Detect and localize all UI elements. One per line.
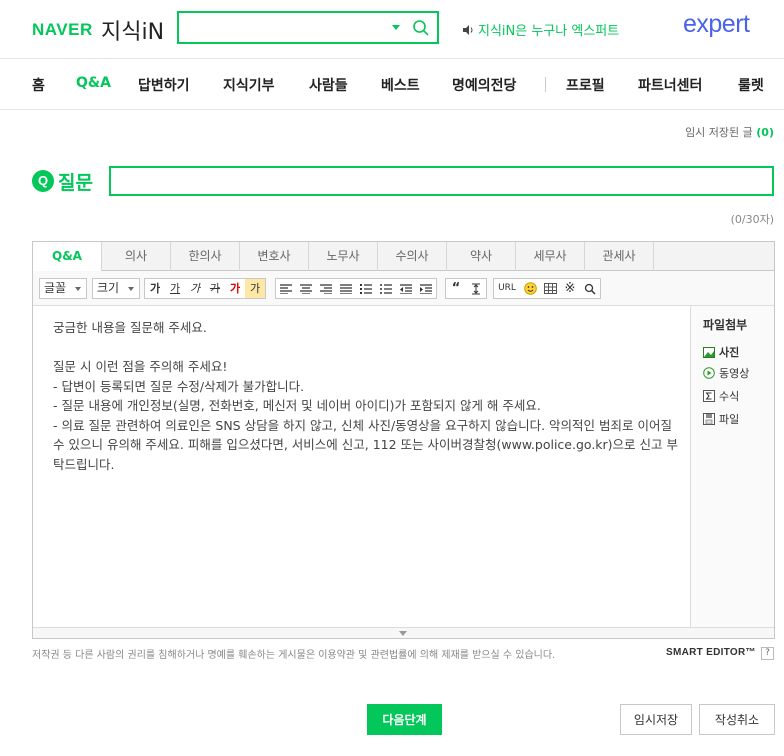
- nav-item-hall-of-fame[interactable]: 명예의전당: [452, 75, 516, 95]
- attach-video-button[interactable]: 동영상: [703, 365, 749, 381]
- kin-logo[interactable]: 지식iN: [101, 14, 164, 46]
- promo-text: 지식iN은 누구나 엑스퍼트: [478, 24, 620, 39]
- next-step-button[interactable]: 다음단계: [367, 704, 442, 735]
- align-left-icon[interactable]: [276, 279, 296, 298]
- speaker-icon: [463, 24, 473, 35]
- expert-logo[interactable]: expert: [683, 10, 750, 39]
- url-button[interactable]: URL: [494, 279, 520, 298]
- editor-placeholder-text: 궁금한 내용을 질문해 주세요. 질문 시 이런 점을 주의해 주세요! - 답…: [53, 320, 678, 472]
- smart-editor-label: SMART EDITOR™: [666, 647, 756, 658]
- table-icon[interactable]: [540, 279, 560, 298]
- question-badge-icon: Q: [32, 170, 54, 192]
- paragraph-group: [275, 278, 437, 299]
- draft-status[interactable]: 임시 저장된 글 (0): [685, 124, 774, 140]
- tab-customs-broker[interactable]: 관세사: [585, 242, 654, 271]
- attach-formula-button[interactable]: 수식: [703, 388, 739, 404]
- text-style-group: 가 가 가 가 가 가: [144, 278, 266, 299]
- main-nav: 홈 Q&A 답변하기 지식기부 사람들 베스트 명예의전당 프로필 파트너센터 …: [0, 58, 784, 110]
- formula-icon: [703, 390, 715, 402]
- attach-photo-button[interactable]: 사진: [703, 344, 739, 360]
- draft-count: (0): [756, 126, 774, 139]
- insert-group: URL ※: [493, 278, 601, 299]
- header: NAVER 지식iN 지식iN은 누구나 엑스퍼트 expert: [0, 0, 784, 58]
- smart-editor: Q&A 의사 한의사 변호사 노무사 수의사 약사 세무사 관세사 글꼴 크기 …: [32, 241, 775, 639]
- attach-formula-label: 수식: [719, 390, 740, 403]
- draft-label: 임시 저장된 글: [685, 126, 753, 139]
- nav-item-roulette[interactable]: 룰렛: [738, 75, 764, 95]
- attach-file-button[interactable]: 파일: [703, 411, 739, 427]
- help-icon[interactable]: ?: [761, 647, 774, 660]
- line-height-icon[interactable]: [466, 279, 486, 298]
- photo-icon: [703, 346, 715, 358]
- attach-file-label: 파일: [719, 413, 740, 426]
- quote-group: “: [445, 278, 487, 299]
- strikethrough-button[interactable]: 가: [205, 279, 225, 298]
- bullet-list-icon[interactable]: [376, 279, 396, 298]
- tab-pharmacist[interactable]: 약사: [447, 242, 516, 271]
- temp-save-button[interactable]: 임시저장: [620, 704, 692, 735]
- attach-photo-label: 사진: [719, 346, 740, 359]
- attach-video-label: 동영상: [719, 367, 750, 380]
- find-replace-icon[interactable]: [580, 279, 600, 298]
- align-center-icon[interactable]: [296, 279, 316, 298]
- video-icon: [703, 367, 715, 379]
- font-family-label: 글꼴: [44, 281, 67, 295]
- copyright-notice: 저작권 등 다른 사람의 권리를 침해하거나 명예를 훼손하는 게시물은 이용약…: [32, 650, 556, 661]
- search-dropdown-icon[interactable]: [392, 25, 400, 30]
- question-label: 질문: [58, 172, 93, 194]
- nav-item-partner-center[interactable]: 파트너센터: [638, 75, 702, 95]
- attachment-title: 파일첨부: [703, 318, 748, 332]
- title-char-count: (0/30자): [730, 213, 774, 226]
- quote-icon[interactable]: “: [446, 279, 466, 298]
- chevron-down-icon: [128, 287, 134, 291]
- nav-item-people[interactable]: 사람들: [309, 75, 348, 95]
- tab-labor-attorney[interactable]: 노무사: [309, 242, 378, 271]
- file-icon: [703, 413, 715, 425]
- search-box: [177, 11, 439, 44]
- editor-resize-handle[interactable]: [33, 627, 774, 638]
- chevron-down-icon: [75, 287, 81, 291]
- nav-divider: [545, 77, 546, 92]
- bold-button[interactable]: 가: [145, 279, 165, 298]
- search-icon[interactable]: [412, 19, 430, 37]
- underline-button[interactable]: 가: [165, 279, 185, 298]
- tab-qna[interactable]: Q&A: [33, 242, 102, 272]
- expert-tabs: Q&A 의사 한의사 변호사 노무사 수의사 약사 세무사 관세사: [33, 242, 774, 272]
- align-justify-icon[interactable]: [336, 279, 356, 298]
- font-size-select[interactable]: 크기: [92, 278, 140, 299]
- italic-button[interactable]: 가: [185, 279, 205, 298]
- numbered-list-icon[interactable]: [356, 279, 376, 298]
- tab-veterinarian[interactable]: 수의사: [378, 242, 447, 271]
- special-char-icon[interactable]: ※: [560, 279, 580, 298]
- font-color-button[interactable]: 가: [225, 279, 245, 298]
- resize-grip-icon: [399, 631, 407, 636]
- highlight-button[interactable]: 가: [245, 279, 265, 298]
- naver-logo[interactable]: NAVER: [32, 20, 93, 40]
- indent-icon[interactable]: [416, 279, 436, 298]
- nav-item-donate[interactable]: 지식기부: [223, 75, 275, 95]
- tab-tax-accountant[interactable]: 세무사: [516, 242, 585, 271]
- attachment-panel: 파일첨부 사진 동영상 수식 파일: [690, 306, 774, 627]
- align-right-icon[interactable]: [316, 279, 336, 298]
- nav-item-home[interactable]: 홈: [32, 75, 45, 95]
- editor-body[interactable]: 궁금한 내용을 질문해 주세요. 질문 시 이런 점을 주의해 주세요! - 답…: [33, 306, 690, 627]
- editor-toolbar: 글꼴 크기 가 가 가 가 가 가 “ URL ※: [33, 271, 774, 306]
- nav-item-qna[interactable]: Q&A: [76, 75, 111, 91]
- question-title-input[interactable]: [109, 166, 774, 196]
- cancel-button[interactable]: 작성취소: [699, 704, 775, 735]
- font-size-label: 크기: [97, 281, 120, 295]
- nav-item-answer[interactable]: 답변하기: [138, 75, 190, 95]
- nav-item-profile[interactable]: 프로필: [566, 75, 605, 95]
- font-family-select[interactable]: 글꼴: [39, 278, 87, 299]
- tab-oriental-doctor[interactable]: 한의사: [171, 242, 240, 271]
- nav-item-best[interactable]: 베스트: [381, 75, 420, 95]
- expert-promo-link[interactable]: 지식iN은 누구나 엑스퍼트: [462, 20, 619, 39]
- emoticon-icon[interactable]: [520, 279, 540, 298]
- tab-doctor[interactable]: 의사: [102, 242, 171, 271]
- search-input[interactable]: [179, 13, 379, 42]
- outdent-icon[interactable]: [396, 279, 416, 298]
- tab-lawyer[interactable]: 변호사: [240, 242, 309, 271]
